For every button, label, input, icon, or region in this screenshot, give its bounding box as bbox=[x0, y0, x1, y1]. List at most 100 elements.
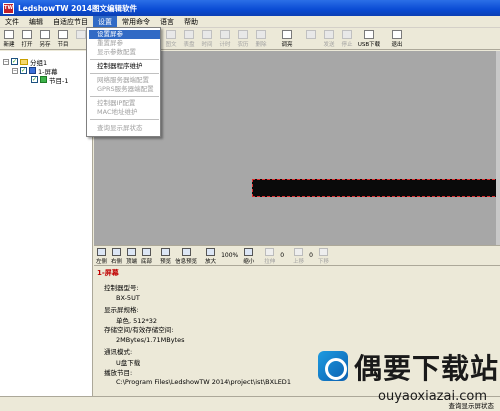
stretch-button[interactable]: 拉伸 bbox=[262, 246, 277, 266]
menu-separator bbox=[90, 119, 159, 120]
watermark-logo-icon bbox=[318, 351, 348, 381]
align-left-icon bbox=[97, 248, 106, 256]
program-icon bbox=[40, 76, 47, 83]
zoom-in-button[interactable]: 放大 bbox=[203, 246, 218, 266]
zoom-out-button[interactable]: 缩小 bbox=[241, 246, 256, 266]
vertical-scrollbar[interactable] bbox=[496, 51, 500, 245]
watermark-url: ouyaoxiazai.com bbox=[378, 389, 487, 404]
arrow-down-icon bbox=[318, 248, 328, 256]
send-button[interactable]: 发送 bbox=[320, 28, 338, 50]
zoom-in-icon bbox=[206, 248, 216, 256]
delete-icon bbox=[256, 30, 266, 39]
zoom-level: 100% bbox=[221, 252, 239, 259]
new-file-icon bbox=[4, 30, 14, 39]
info-preview-button[interactable]: 信息预览 bbox=[173, 246, 199, 266]
menu-common-commands[interactable]: 常用命令 bbox=[117, 16, 155, 28]
lunar-calendar-icon bbox=[238, 30, 248, 39]
screen-icon bbox=[29, 67, 36, 74]
lunar-button[interactable]: 农历 bbox=[234, 28, 252, 50]
brightness-button[interactable]: 调亮 bbox=[278, 28, 296, 50]
new-button[interactable]: 新建 bbox=[0, 28, 18, 50]
timer-button[interactable]: 计时 bbox=[216, 28, 234, 50]
tree-program-label: 节目-1 bbox=[49, 76, 69, 85]
layer-value: 0 bbox=[309, 252, 313, 259]
align-right-button[interactable]: 右侧 bbox=[109, 246, 124, 266]
tool-button-17[interactable] bbox=[302, 28, 320, 50]
app-icon: TW bbox=[3, 2, 14, 14]
watermark-brand: 偶要下载站 bbox=[354, 352, 500, 385]
program-button[interactable]: 节目 bbox=[54, 28, 72, 50]
title-bar: TW LedshowTW 2014图文编辑软件 bbox=[0, 0, 500, 16]
storage-value: 2MBytes/1.71MBytes bbox=[116, 336, 185, 344]
align-top-button[interactable]: 顶端 bbox=[124, 246, 139, 266]
menu-item-reset-screen-params[interactable]: 重置屏参 bbox=[89, 39, 160, 48]
arrow-up-icon bbox=[294, 248, 304, 256]
main-toolbar: 新建 打开 另存 节目 文 字幕 动画 图文 表盘 时间 计时 农历 删除 调亮… bbox=[0, 28, 500, 50]
menu-item-query-screen-status[interactable]: 查询显示屏状态 bbox=[89, 124, 160, 133]
menu-separator bbox=[90, 96, 159, 97]
menu-settings[interactable]: 设置 bbox=[93, 15, 117, 28]
align-bottom-button[interactable]: 底部 bbox=[139, 246, 154, 266]
time-button[interactable]: 时间 bbox=[198, 28, 216, 50]
timer-icon bbox=[220, 30, 230, 39]
clock-dial-icon bbox=[184, 30, 194, 39]
align-top-icon bbox=[127, 248, 137, 256]
graphic-text-button[interactable]: 图文 bbox=[162, 28, 180, 50]
exit-button[interactable]: 退出 bbox=[388, 28, 406, 50]
program-tree: − ✓ 分组1 − ✓ 1-屏幕 ✓ 节目-1 bbox=[0, 51, 93, 396]
menu-edit[interactable]: 编辑 bbox=[24, 16, 48, 28]
menu-file[interactable]: 文件 bbox=[0, 16, 24, 28]
properties-toolbar: 左侧 右侧 顶端 底部 预览 信息预览 放大 100% 缩小 拉伸 0 上移 0… bbox=[94, 245, 500, 266]
menu-help[interactable]: 帮助 bbox=[179, 16, 203, 28]
menu-item-set-screen-params[interactable]: 设置屏参 bbox=[89, 30, 160, 39]
stop-icon bbox=[342, 30, 352, 39]
move-up-button[interactable]: 上移 bbox=[291, 246, 306, 266]
exit-icon bbox=[392, 30, 402, 39]
stop-button[interactable]: 停止 bbox=[338, 28, 356, 50]
site-watermark: 偶要下载站 ouyaoxiazai.com bbox=[318, 345, 500, 411]
move-down-button[interactable]: 下移 bbox=[316, 246, 331, 266]
menu-bar: 文件 编辑 自适应节目 设置 常用命令 语言 帮助 bbox=[0, 15, 500, 28]
program-checkbox[interactable]: ✓ bbox=[31, 76, 38, 83]
delete-button[interactable]: 删除 bbox=[252, 28, 270, 50]
usb-download-button[interactable]: USB下载 bbox=[356, 28, 382, 50]
comm-mode-label: 通讯模式: bbox=[104, 348, 133, 356]
play-icon bbox=[161, 248, 171, 256]
window-title: LedshowTW 2014图文编辑软件 bbox=[18, 3, 137, 13]
play-program-label: 播放节目: bbox=[104, 369, 133, 377]
play-program-path: C:\Program Files\LedshowTW 2014\project\… bbox=[116, 378, 291, 386]
menu-item-controller-ip-config[interactable]: 控制器IP配置 bbox=[89, 99, 160, 108]
align-right-icon bbox=[112, 248, 122, 256]
stretch-value: 0 bbox=[280, 252, 285, 259]
collapse-icon[interactable]: − bbox=[12, 67, 18, 74]
group-checkbox[interactable]: ✓ bbox=[11, 58, 18, 65]
menu-item-gprs-server-config[interactable]: GPRS服务器端配置 bbox=[89, 85, 160, 94]
menu-item-mac-address-maintenance[interactable]: MAC地址维护 bbox=[89, 108, 160, 117]
comm-mode-value: U盘下载 bbox=[116, 359, 141, 367]
info-preview-icon bbox=[181, 248, 191, 256]
menu-adaptive-program[interactable]: 自适应节目 bbox=[48, 16, 93, 28]
zoom-out-icon bbox=[244, 248, 254, 256]
graphic-text-icon bbox=[166, 30, 176, 39]
screen-checkbox[interactable]: ✓ bbox=[20, 67, 27, 74]
save-as-button[interactable]: 另存 bbox=[36, 28, 54, 50]
dial-button[interactable]: 表盘 bbox=[180, 28, 198, 50]
menu-item-controller-program-maintenance[interactable]: 控制器程序维护 bbox=[89, 62, 160, 71]
preview-button[interactable]: 预览 bbox=[158, 246, 173, 266]
properties-title: 1-屏幕 bbox=[97, 269, 119, 277]
folder-icon bbox=[20, 58, 28, 65]
window-icon bbox=[76, 30, 86, 39]
menu-item-display-params-config[interactable]: 显示参数配置 bbox=[89, 48, 160, 57]
collapse-icon[interactable]: − bbox=[3, 58, 9, 65]
align-left-button[interactable]: 左侧 bbox=[94, 246, 109, 266]
controller-model-value: BX-5UT bbox=[116, 294, 140, 302]
open-folder-icon bbox=[22, 30, 32, 39]
menu-item-network-server-config[interactable]: 网络服务器端配置 bbox=[89, 76, 160, 85]
brightness-icon bbox=[282, 30, 292, 39]
open-button[interactable]: 打开 bbox=[18, 28, 36, 50]
menu-language[interactable]: 语言 bbox=[155, 16, 179, 28]
program-icon bbox=[58, 30, 68, 39]
tree-program-row[interactable]: ✓ 节目-1 bbox=[29, 75, 69, 85]
led-display-area[interactable] bbox=[252, 179, 500, 197]
storage-label: 存储空间/有效存储空间: bbox=[104, 326, 174, 334]
